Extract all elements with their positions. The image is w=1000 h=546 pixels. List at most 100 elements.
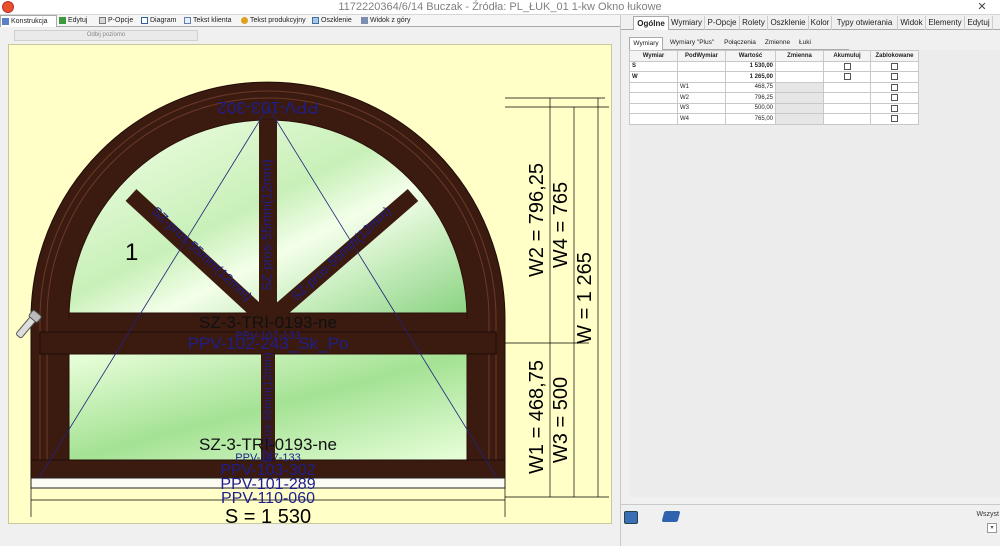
col-header-wartosc[interactable]: Wartość — [725, 50, 776, 62]
tab-tekst-produkcyjny[interactable]: Tekst produkcyjny — [240, 15, 307, 27]
drawing-canvas[interactable]: 1 PPV-103-302 SZ-pros-55mm(12mm) SZ-pros… — [8, 44, 613, 525]
cell-wymiar[interactable] — [629, 102, 678, 114]
glass-icon — [312, 17, 319, 24]
table-row[interactable]: W2 796,25 — [629, 92, 919, 104]
tab-elementy[interactable]: Elementy — [926, 16, 965, 30]
tab-p-opcje-right[interactable]: P-Opcje — [705, 16, 740, 30]
cell-podwymiar[interactable]: W4 — [677, 113, 726, 125]
window-drawing[interactable]: 1 PPV-103-302 SZ-pros-55mm(12mm) SZ-pros… — [9, 45, 613, 525]
zablokowane-checkbox[interactable] — [891, 73, 898, 81]
tab-konstrukcja[interactable]: Konstrukcja — [0, 15, 57, 27]
cell-wartosc[interactable]: 796,25 — [725, 92, 776, 104]
close-button[interactable]: ✕ — [964, 0, 1000, 15]
cell-zablokowane[interactable] — [870, 81, 919, 93]
undo-icon[interactable] — [661, 511, 681, 522]
tab-oszklenie[interactable]: Oszklenie — [311, 15, 357, 27]
properties-tabs: Ogólne Wymiary P-Opcje Rolety Oszklenie … — [621, 15, 1000, 30]
table-row[interactable]: W1 468,75 — [629, 81, 919, 93]
tab-widok-z-gory[interactable]: Widok z góry — [360, 15, 415, 27]
tab-p-opcje[interactable]: P-Opcje — [98, 15, 138, 27]
construction-tabs: Konstrukcja Edytuj P-Opcje Diagram Tekst… — [0, 15, 620, 27]
subtab-wymiary[interactable]: Wymiary — [629, 37, 663, 50]
cell-zablokowane[interactable] — [870, 71, 919, 83]
subtab-zmienne[interactable]: Zmienne — [762, 37, 793, 50]
cell-podwymiar[interactable] — [677, 60, 726, 72]
subtab-polaczenia[interactable]: Połączenia — [720, 37, 760, 50]
cell-akumuluj[interactable] — [823, 113, 871, 125]
window-title: 1172220364/6/14 Buczak - Źródła: PL_ŁUK_… — [338, 1, 662, 13]
cell-zablokowane[interactable] — [870, 102, 919, 114]
cell-akumuluj[interactable] — [823, 60, 871, 72]
subtab-luki[interactable]: Łuki — [795, 37, 815, 50]
upper-profile-label: PPV-103-302 — [217, 98, 318, 117]
cell-akumuluj[interactable] — [823, 71, 871, 83]
zablokowane-checkbox[interactable] — [891, 104, 898, 112]
cell-wartosc[interactable]: 500,00 — [725, 102, 776, 114]
col-header-zablokowane[interactable]: Zablokowane — [870, 50, 919, 62]
table-row[interactable]: S 1 530,00 — [629, 60, 919, 72]
tab-oszklenie-right[interactable]: Oszklenie — [768, 16, 809, 30]
cell-wartosc[interactable]: 1 265,00 — [725, 71, 776, 83]
dim-w3: W3 = 500 — [550, 377, 572, 463]
all-label: Wszyst — [976, 511, 999, 518]
tab-widok[interactable]: Widok — [898, 16, 926, 30]
cell-zmienna[interactable] — [775, 60, 824, 72]
cell-zmienna[interactable] — [775, 113, 824, 125]
zablokowane-checkbox[interactable] — [891, 94, 898, 102]
tab-label: Edytuj — [68, 17, 88, 24]
cell-wymiar[interactable] — [629, 113, 678, 125]
cell-zablokowane[interactable] — [870, 60, 919, 72]
sash-number: 1 — [125, 239, 138, 266]
dim-s: S = 1 530 — [225, 506, 311, 525]
cell-zmienna[interactable] — [775, 81, 824, 93]
zablokowane-checkbox[interactable] — [891, 83, 898, 91]
col-header-podwymiar[interactable]: PodWymiar — [677, 50, 726, 62]
akumuluj-checkbox[interactable] — [843, 73, 851, 81]
akumuluj-checkbox[interactable] — [843, 62, 851, 70]
tab-kolor[interactable]: Kolor — [809, 16, 832, 30]
tab-label: Oszklenie — [321, 17, 352, 24]
save-icon[interactable] — [624, 511, 638, 524]
tab-label: Tekst klienta — [193, 17, 232, 24]
cell-wartosc[interactable]: 468,75 — [725, 81, 776, 93]
cell-wartosc[interactable]: 1 530,00 — [725, 60, 776, 72]
bottom-toolbar: Wszyst ▾ — [621, 504, 1000, 546]
tab-edytuj-right[interactable]: Edytuj — [965, 16, 993, 30]
table-row[interactable]: W3 500,00 — [629, 102, 919, 114]
tab-tekst-klienta[interactable]: Tekst klienta — [183, 15, 235, 27]
mirror-horizontal-button[interactable]: Odbij poziomo — [14, 30, 198, 41]
cell-wartosc[interactable]: 765,00 — [725, 113, 776, 125]
cell-podwymiar[interactable]: W1 — [677, 81, 726, 93]
table-row[interactable]: W 1 265,00 — [629, 71, 919, 83]
col-header-akumuluj[interactable]: Akumuluj — [823, 50, 871, 62]
col-header-zmienna[interactable]: Zmienna — [775, 50, 824, 62]
tab-ogolne[interactable]: Ogólne — [633, 16, 669, 30]
tab-rolety[interactable]: Rolety — [740, 16, 768, 30]
cell-zmienna[interactable] — [775, 71, 824, 83]
cell-zablokowane[interactable] — [870, 113, 919, 125]
cell-wymiar[interactable] — [629, 92, 678, 104]
cell-akumuluj[interactable] — [823, 81, 871, 93]
cell-podwymiar[interactable] — [677, 71, 726, 83]
tab-wymiary[interactable]: Wymiary — [669, 16, 705, 30]
cell-podwymiar[interactable]: W2 — [677, 92, 726, 104]
tab-edytuj[interactable]: Edytuj — [58, 15, 94, 27]
cell-wymiar[interactable]: S — [629, 60, 678, 72]
cell-akumuluj[interactable] — [823, 92, 871, 104]
table-row[interactable]: W4 765,00 — [629, 113, 919, 125]
cell-wymiar[interactable] — [629, 81, 678, 93]
subtab-wymiary-plus[interactable]: Wymiary "Plus" — [665, 37, 719, 50]
cell-akumuluj[interactable] — [823, 102, 871, 114]
tab-typy-otwierania[interactable]: Typy otwierania — [832, 16, 898, 30]
zablokowane-checkbox[interactable] — [891, 62, 898, 70]
zablokowane-checkbox[interactable] — [891, 115, 898, 123]
cell-podwymiar[interactable]: W3 — [677, 102, 726, 114]
scroll-down-button[interactable]: ▾ — [987, 523, 997, 533]
cell-zmienna[interactable] — [775, 92, 824, 104]
cell-zablokowane[interactable] — [870, 92, 919, 104]
cell-wymiar[interactable]: W — [629, 71, 678, 83]
cell-zmienna[interactable] — [775, 102, 824, 114]
tab-diagram[interactable]: Diagram — [140, 15, 180, 27]
dim-w2: W2 = 796,25 — [526, 163, 548, 277]
col-header-wymiar[interactable]: Wymiar — [629, 50, 678, 62]
